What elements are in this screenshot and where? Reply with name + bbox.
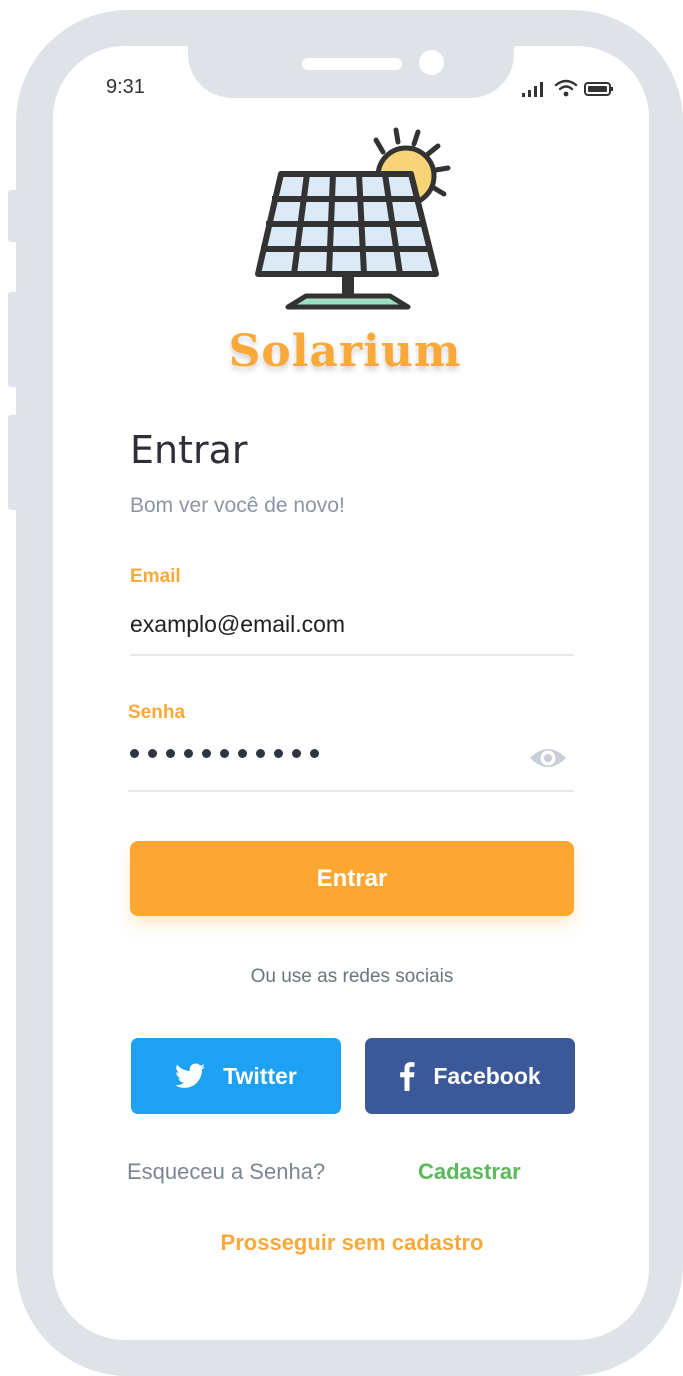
twitter-icon [175,1063,206,1088]
twitter-label: Twitter [223,1062,297,1089]
battery-icon [584,82,613,96]
password-mask-dot [202,749,211,758]
page-title: Entrar [130,428,248,472]
password-mask-dot [256,749,265,758]
password-mask-dot [292,749,301,758]
phone-volume-up-button [8,292,18,387]
email-label: Email [130,566,181,587]
solar-panel-sun-icon [255,127,451,310]
password-mask-dot [220,749,229,758]
phone-side-button [8,190,18,242]
password-mask-dot [148,749,157,758]
email-underline [130,654,574,656]
continue-without-register-link[interactable]: Prosseguir sem cadastro [130,1230,574,1256]
twitter-button[interactable]: Twitter [131,1038,341,1114]
password-field[interactable] [130,749,319,758]
email-field[interactable]: examplo@email.com [130,611,345,638]
password-mask-dot [310,749,319,758]
social-caption: Ou use as redes sociais [250,966,454,987]
password-mask-dot [166,749,175,758]
login-button[interactable]: Entrar [130,841,574,916]
notch-speaker [302,58,402,70]
page-subtitle: Bom ver você de novo! [130,494,345,517]
phone-volume-down-button [8,415,18,510]
notch-camera [419,50,444,75]
password-mask-dot [238,749,247,758]
register-link[interactable]: Cadastrar [418,1159,521,1185]
password-label: Senha [128,702,186,723]
signal-icon [522,82,543,97]
facebook-label: Facebook [433,1062,541,1089]
facebook-icon [400,1062,415,1091]
password-mask-dot [274,749,283,758]
forgot-password-link[interactable]: Esqueceu a Senha? [127,1159,325,1185]
password-mask-dot [130,749,139,758]
status-time: 9:31 [106,76,145,98]
brand-name: Solarium [228,326,462,377]
status-icons [522,79,614,97]
password-mask-dot [184,749,193,758]
eye-icon[interactable] [528,743,568,773]
wifi-icon [554,79,578,97]
facebook-button[interactable]: Facebook [365,1038,575,1114]
password-underline [128,790,574,792]
